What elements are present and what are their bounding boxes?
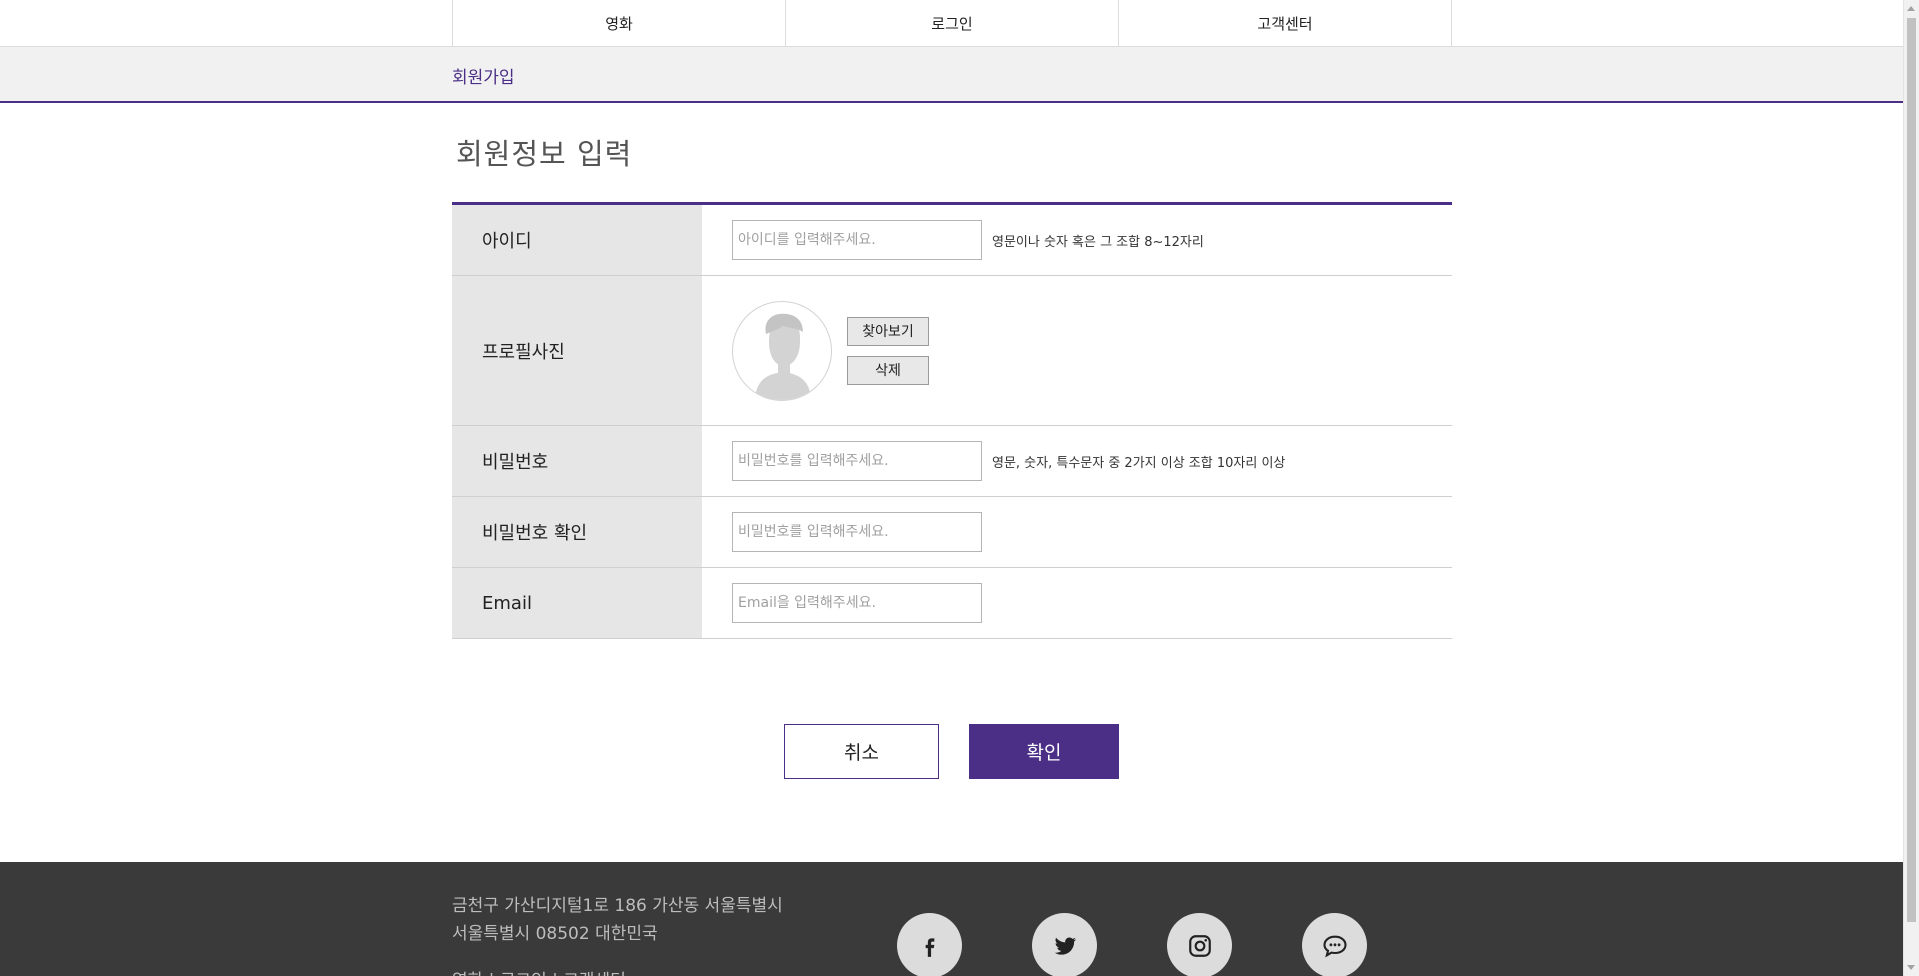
password-label: 비밀번호 (452, 426, 702, 496)
address-line-1: 금천구 가산디지털1로 186 가산동 서울특별시 (452, 896, 783, 916)
nav-item-support[interactable]: 고객센터 (1119, 0, 1452, 46)
form-row-email: Email (452, 568, 1452, 639)
chat-icon (1322, 935, 1347, 957)
twitter-icon (1054, 937, 1076, 955)
email-field-cell (702, 568, 1452, 638)
confirm-button[interactable]: 확인 (969, 724, 1119, 779)
password-field-cell: 영문, 숫자, 특수문자 중 2가지 이상 조합 10자리 이상 (702, 426, 1452, 496)
id-label: 아이디 (452, 205, 702, 275)
id-input[interactable] (732, 220, 982, 260)
scroll-up-arrow-icon[interactable] (1907, 6, 1915, 11)
facebook-icon (925, 937, 934, 957)
facebook-button[interactable] (897, 913, 962, 976)
instagram-button[interactable] (1167, 913, 1232, 976)
scroll-down-arrow-icon[interactable] (1907, 965, 1915, 970)
social-links (897, 913, 1367, 976)
footer-address: 금천구 가산디지털1로 186 가산동 서울특별시 서울특별시 08502 대한… (452, 892, 783, 948)
avatar (732, 300, 832, 401)
delete-photo-button[interactable]: 삭제 (847, 355, 929, 385)
footer-links[interactable]: 영화 | 로그인 | 고객센터 (452, 966, 626, 976)
form-row-password: 비밀번호 영문, 숫자, 특수문자 중 2가지 이상 조합 10자리 이상 (452, 426, 1452, 497)
twitter-button[interactable] (1032, 913, 1097, 976)
default-avatar-icon (755, 313, 811, 400)
form-actions: 취소 확인 (784, 724, 1119, 779)
id-hint: 영문이나 숫자 혹은 그 조합 8~12자리 (992, 234, 1204, 250)
email-label: Email (452, 568, 702, 638)
browse-button[interactable]: 찾아보기 (847, 316, 929, 346)
password-confirm-field-cell (702, 497, 1452, 567)
photo-field-cell: 찾아보기 삭제 (702, 276, 1452, 425)
password-confirm-label: 비밀번호 확인 (452, 497, 702, 567)
form-row-photo: 프로필사진 찾아보기 삭제 (452, 276, 1452, 426)
nav-item-movie[interactable]: 영화 (453, 0, 786, 46)
id-field-cell: 영문이나 숫자 혹은 그 조합 8~12자리 (702, 205, 1452, 275)
email-input[interactable] (732, 583, 982, 623)
password-confirm-input[interactable] (732, 512, 982, 552)
password-input[interactable] (732, 441, 982, 481)
photo-buttons: 찾아보기 삭제 (847, 316, 929, 385)
scrollbar[interactable] (1903, 0, 1919, 976)
scrollbar-thumb[interactable] (1907, 18, 1916, 922)
form-row-password-confirm: 비밀번호 확인 (452, 497, 1452, 568)
password-hint: 영문, 숫자, 특수문자 중 2가지 이상 조합 10자리 이상 (992, 455, 1286, 471)
photo-label: 프로필사진 (452, 276, 702, 425)
footer: 금천구 가산디지털1로 186 가산동 서울특별시 서울특별시 08502 대한… (0, 862, 1904, 976)
nav-item-login[interactable]: 로그인 (786, 0, 1119, 46)
cancel-button[interactable]: 취소 (784, 724, 939, 779)
instagram-icon (1188, 934, 1211, 957)
page-title: 회원정보 입력 (456, 137, 633, 171)
form-row-id: 아이디 영문이나 숫자 혹은 그 조합 8~12자리 (452, 205, 1452, 276)
top-nav: 영화 로그인 고객센터 (0, 0, 1904, 47)
nav-menu: 영화 로그인 고객센터 (452, 0, 1452, 46)
chat-button[interactable] (1302, 913, 1367, 976)
section-title: 회원가입 (452, 68, 515, 88)
sub-header: 회원가입 (0, 47, 1904, 103)
signup-form: 아이디 영문이나 숫자 혹은 그 조합 8~12자리 프로필사진 찾아보기 삭제 (452, 202, 1452, 639)
address-line-2: 서울특별시 08502 대한민국 (452, 924, 658, 944)
